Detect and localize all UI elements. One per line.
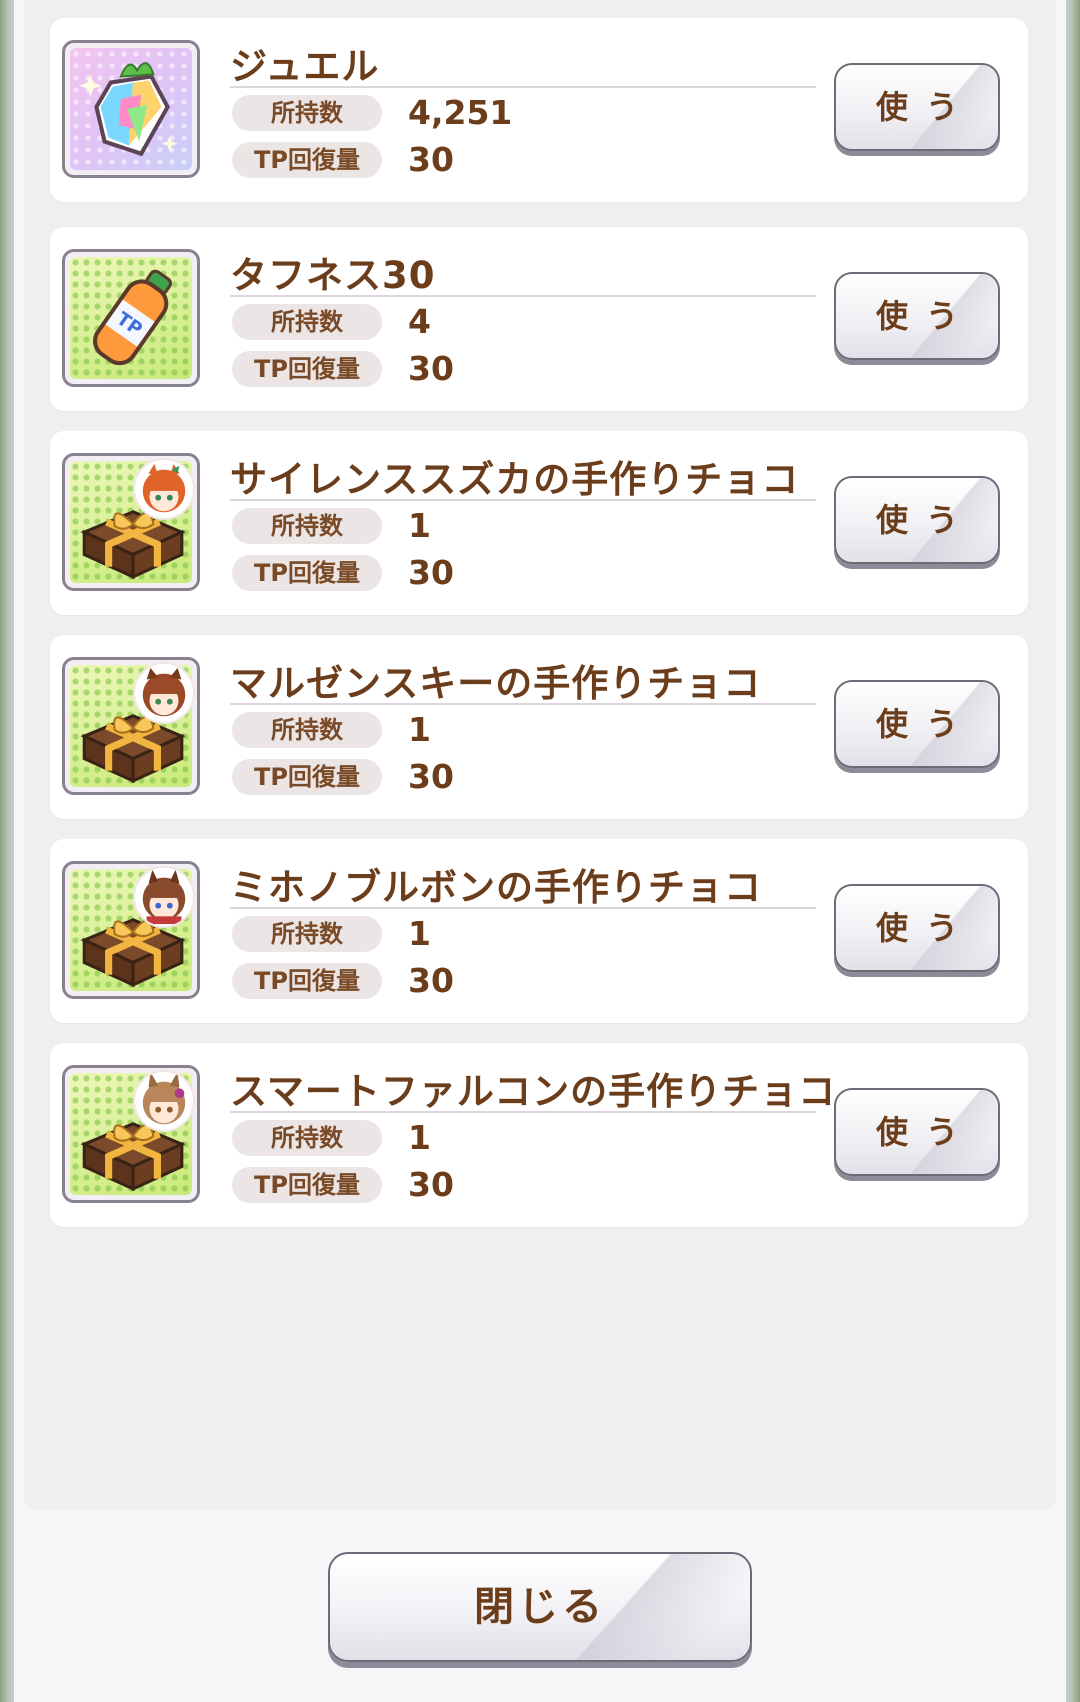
- owned-count: 4,251: [408, 93, 513, 132]
- owned-count: 1: [408, 1118, 431, 1157]
- tp-recovery-label: TP回復量: [232, 142, 382, 178]
- owned-count: 4: [408, 302, 431, 341]
- tp-recovery-value: 30: [408, 1165, 454, 1204]
- tp-recovery-value: 30: [408, 961, 454, 1000]
- owned-label: 所持数: [232, 95, 382, 131]
- use-button[interactable]: 使う: [834, 63, 1000, 151]
- use-button-label: 使う: [875, 1113, 976, 1151]
- list-item-chocolate-falcon: スマートファルコンの手作りチョコ 所持数 1 TP回復量 30 使う: [50, 1043, 1028, 1227]
- tp-bottle-icon: TP: [62, 249, 200, 387]
- use-button[interactable]: 使う: [834, 884, 1000, 972]
- character-avatar: [133, 662, 195, 724]
- tp-recovery-label: TP回復量: [232, 759, 382, 795]
- divider: [230, 907, 816, 909]
- item-name: ジュエル: [230, 45, 380, 88]
- close-button[interactable]: 閉じる: [328, 1552, 752, 1662]
- owned-label: 所持数: [232, 508, 382, 544]
- use-button-label: 使う: [875, 88, 976, 126]
- tp-recovery-label: TP回復量: [232, 555, 382, 591]
- item-name: サイレンススズカの手作りチョコ: [230, 458, 800, 501]
- use-button[interactable]: 使う: [834, 272, 1000, 360]
- character-avatar: [133, 866, 195, 928]
- item-use-dialog: ジュエル 所持数 4,251 TP回復量 30 使う TP タフネス30 所持数…: [14, 0, 1066, 1702]
- character-avatar: [133, 458, 195, 520]
- owned-label: 所持数: [232, 1120, 382, 1156]
- use-button-label: 使う: [875, 297, 976, 335]
- close-button-label: 閉じる: [474, 1584, 606, 1630]
- item-name: タフネス30: [230, 254, 436, 297]
- list-item-chocolate-bourbon: ミホノブルボンの手作りチョコ 所持数 1 TP回復量 30 使う: [50, 839, 1028, 1023]
- list-item-chocolate-maruzensky: マルゼンスキーの手作りチョコ 所持数 1 TP回復量 30 使う: [50, 635, 1028, 819]
- tp-recovery-value: 30: [408, 553, 454, 592]
- tp-recovery-value: 30: [408, 349, 454, 388]
- chocolate-gift-icon: [62, 657, 200, 795]
- owned-count: 1: [408, 506, 431, 545]
- owned-label: 所持数: [232, 712, 382, 748]
- item-list: ジュエル 所持数 4,251 TP回復量 30 使う TP タフネス30 所持数…: [24, 0, 1056, 1510]
- chocolate-gift-icon: [62, 1065, 200, 1203]
- list-item-jewel: ジュエル 所持数 4,251 TP回復量 30 使う: [50, 18, 1028, 202]
- item-name: スマートファルコンの手作りチョコ: [230, 1070, 837, 1113]
- divider: [230, 703, 816, 705]
- use-button[interactable]: 使う: [834, 476, 1000, 564]
- use-button[interactable]: 使う: [834, 1088, 1000, 1176]
- list-item-toughness30: TP タフネス30 所持数 4 TP回復量 30 使う: [50, 227, 1028, 411]
- owned-count: 1: [408, 914, 431, 953]
- jewel-icon: [62, 40, 200, 178]
- tp-recovery-value: 30: [408, 757, 454, 796]
- divider: [230, 499, 816, 501]
- use-button-label: 使う: [875, 501, 976, 539]
- chocolate-gift-icon: [62, 453, 200, 591]
- item-name: マルゼンスキーの手作りチョコ: [230, 662, 762, 705]
- divider: [230, 86, 816, 88]
- divider: [230, 295, 816, 297]
- owned-label: 所持数: [232, 916, 382, 952]
- use-button[interactable]: 使う: [834, 680, 1000, 768]
- owned-label: 所持数: [232, 304, 382, 340]
- character-avatar: [133, 1070, 195, 1132]
- divider: [230, 1111, 816, 1113]
- tp-recovery-label: TP回復量: [232, 963, 382, 999]
- item-name: ミホノブルボンの手作りチョコ: [230, 866, 762, 909]
- list-item-chocolate-suzuka: サイレンススズカの手作りチョコ 所持数 1 TP回復量 30 使う: [50, 431, 1028, 615]
- chocolate-gift-icon: [62, 861, 200, 999]
- use-button-label: 使う: [875, 909, 976, 947]
- tp-recovery-value: 30: [408, 140, 454, 179]
- use-button-label: 使う: [875, 705, 976, 743]
- tp-recovery-label: TP回復量: [232, 1167, 382, 1203]
- owned-count: 1: [408, 710, 431, 749]
- tp-recovery-label: TP回復量: [232, 351, 382, 387]
